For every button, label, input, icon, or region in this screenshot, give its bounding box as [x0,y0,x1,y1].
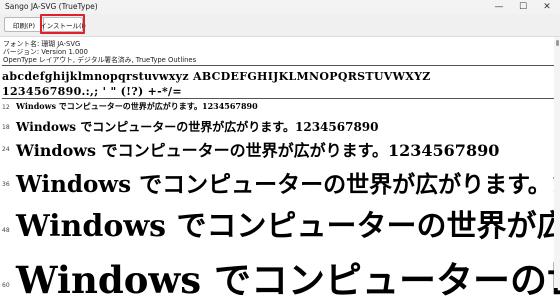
sample-text: Windows でコンピューターの世界が広がります。1234567890 [16,101,258,111]
size-label: 48 [2,227,10,234]
title-bar: Sango JA-SVG (TrueType) — ☐ ✕ [0,0,560,14]
size-label: 18 [2,124,10,131]
size-label: 24 [2,146,10,153]
sample-text: Windows でコンピューターの世界が広がります。1234567890 [16,258,560,302]
close-icon[interactable]: ✕ [536,0,558,14]
window-title: Sango JA-SVG (TrueType) [5,2,98,11]
sample-text: Windows でコンピューターの世界が広がります。1234567890 [16,141,500,160]
charset-digits: 1234567890.:,; ' " (!?) +-*/= [2,85,182,98]
charset-letters: abcdefghijklmnopqrstuvwxyz ABCDEFGHIJKLM… [2,70,431,83]
sample-text: Windows でコンピューターの世界が広がります。1234567890 [16,171,560,198]
scrollbar-thumb[interactable] [556,40,559,46]
maximize-icon[interactable]: ☐ [512,0,534,14]
vertical-scrollbar[interactable] [554,37,560,288]
toolbar: 印刷(P) インストール(I) [0,14,560,37]
sample-text: Windows でコンピューターの世界が広がります。1234567890 [16,120,379,134]
minimize-icon[interactable]: — [488,0,510,14]
print-button[interactable]: 印刷(P) [4,17,44,32]
install-button[interactable]: インストール(I) [40,17,86,32]
divider [2,65,556,66]
size-label: 36 [2,181,10,188]
size-label: 12 [2,104,10,111]
divider [2,98,556,99]
sample-text: Windows でコンピューターの世界が広がります。1234567890 [16,209,560,244]
outline-info: OpenType レイアウト, デジタル署名済み, TrueType Outli… [3,56,197,64]
